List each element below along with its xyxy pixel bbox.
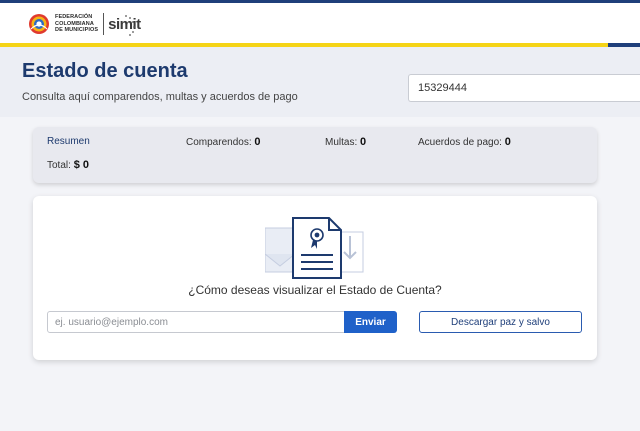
- statement-delivery-card: ¿Cómo deseas visualizar el Estado de Cue…: [33, 196, 597, 360]
- total-amount: Total: $ 0: [47, 159, 89, 171]
- delivery-question: ¿Cómo deseas visualizar el Estado de Cue…: [188, 283, 442, 297]
- acuerdos-label: Acuerdos de pago:: [418, 137, 502, 148]
- multas-label: Multas:: [325, 137, 358, 148]
- download-paz-y-salvo-button[interactable]: Descargar paz y salvo: [419, 311, 582, 333]
- tab-resumen[interactable]: Resumen: [47, 136, 90, 147]
- multas-count: Multas: 0: [325, 136, 366, 148]
- logo-divider: [103, 13, 105, 35]
- multas-value: 0: [360, 136, 367, 148]
- page-subtitle: Consulta aquí comparendos, multas y acue…: [22, 91, 298, 103]
- comparendos-count: Comparendos: 0: [186, 136, 261, 148]
- comparendos-label: Comparendos:: [186, 137, 252, 148]
- send-button[interactable]: Enviar: [344, 311, 397, 333]
- comparendos-value: 0: [254, 136, 261, 148]
- total-label: Total:: [47, 160, 71, 171]
- logo-org-name: FEDERACIÓN COLOMBIANA DE MUNICIPIOS: [55, 14, 99, 34]
- simit-dots-decoration: [125, 14, 136, 36]
- acuerdos-value: 0: [504, 136, 511, 148]
- acuerdos-count: Acuerdos de pago: 0: [418, 136, 511, 148]
- document-search-input[interactable]: [408, 74, 640, 102]
- summary-panel: Resumen Comparendos: 0 Multas: 0 Acuerdo…: [33, 127, 597, 183]
- page-title: Estado de cuenta: [22, 60, 188, 82]
- hero-section: Estado de cuenta Consulta aquí comparend…: [0, 47, 640, 117]
- document-certificate-icon: [265, 217, 364, 279]
- simit-wordmark: simit: [108, 14, 141, 36]
- total-value: $ 0: [73, 159, 89, 171]
- email-field[interactable]: [47, 311, 345, 333]
- site-header: FEDERACIÓN COLOMBIANA DE MUNICIPIOS simi…: [0, 3, 640, 43]
- fcm-simit-logo[interactable]: FEDERACIÓN COLOMBIANA DE MUNICIPIOS simi…: [28, 10, 141, 38]
- fcm-emblem-icon: [29, 14, 49, 34]
